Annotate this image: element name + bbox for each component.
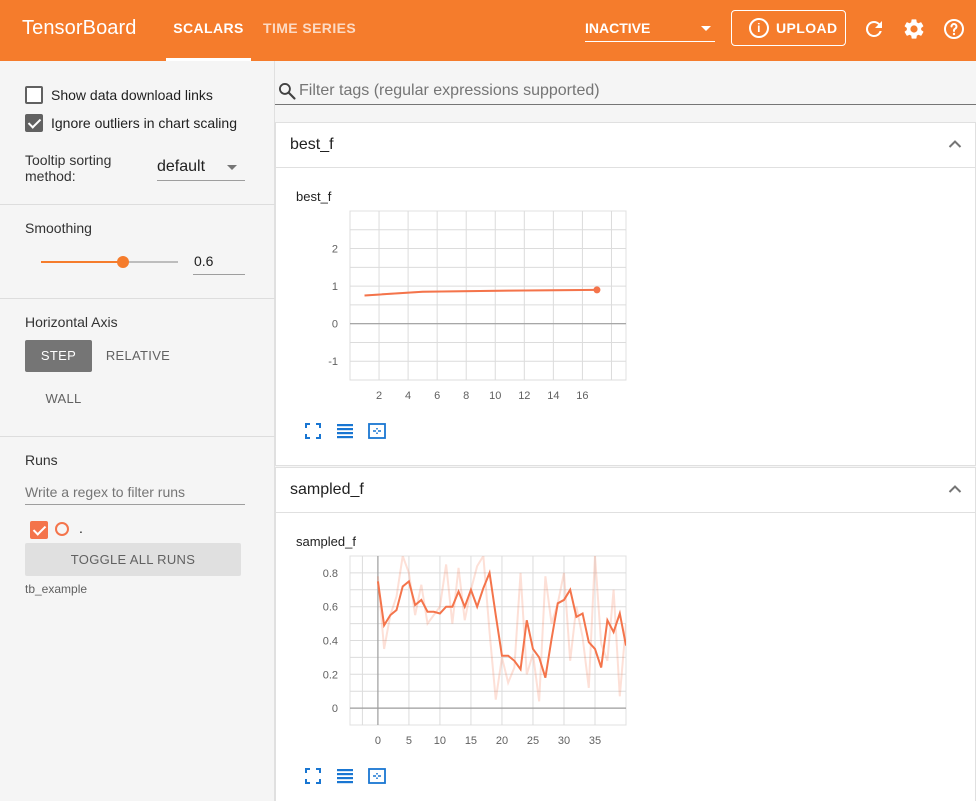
sidebar: Show data download links Ignore outliers… (0, 61, 275, 801)
x-tick-label: 8 (463, 390, 469, 402)
chevron-up-icon[interactable] (948, 484, 962, 494)
tag-card-header[interactable]: best_f (276, 123, 976, 168)
tag-card-title: sampled_f (290, 481, 364, 498)
tooltip-sorting-label: Tooltip sorting method: (25, 152, 112, 184)
y-tick-label: 2 (332, 244, 338, 256)
tag-filter-placeholder: Filter tags (regular expressions support… (299, 82, 600, 99)
tooltip-sorting-select[interactable]: default (157, 157, 245, 181)
log-dir-label: tb_example (25, 582, 88, 596)
ignore-outliers-label: Ignore outliers in chart scaling (51, 115, 237, 131)
y-tick-label: 0.4 (323, 636, 338, 648)
help-icon[interactable] (942, 17, 966, 41)
y-tick-label: 0.2 (323, 669, 338, 681)
y-tick-label: -1 (328, 356, 338, 368)
info-icon: i (749, 18, 769, 38)
fullscreen-icon[interactable] (304, 422, 322, 440)
fullscreen-icon[interactable] (304, 767, 322, 785)
tag-card-sampled-f: sampled_f sampled_f 0 5 10 15 20 25 30 35 0 0.2 0.… (275, 467, 976, 801)
plugin-select[interactable]: INACTIVE (585, 14, 715, 42)
search-icon (279, 83, 296, 100)
x-tick-label: 35 (589, 735, 601, 747)
x-tick-label: 10 (489, 390, 501, 402)
x-tick-label: 14 (547, 390, 559, 402)
caret-down-icon (701, 26, 711, 31)
axis-wall-button[interactable]: WALL (30, 383, 97, 415)
x-tick-label: 25 (527, 735, 539, 747)
scalar-chart-sampled-f[interactable]: 0 5 10 15 20 25 30 35 0 0.2 0.4 0.6 0.8 (276, 550, 636, 760)
run-color-indicator[interactable] (55, 522, 69, 536)
series-smoothed-line (364, 288, 597, 297)
chevron-up-icon[interactable] (948, 139, 962, 149)
chart-toolbar (304, 422, 394, 442)
tab-time-series[interactable]: TIME SERIES (263, 0, 356, 61)
tooltip-sorting-value: default (157, 158, 206, 175)
main-content: Filter tags (regular expressions support… (275, 61, 976, 801)
plugin-select-value: INACTIVE (585, 20, 651, 36)
run-checkbox[interactable] (30, 521, 48, 539)
series-end-point (593, 286, 601, 294)
run-name: . (79, 520, 83, 536)
x-tick-label: 30 (558, 735, 570, 747)
smoothing-input[interactable]: 0.6 (193, 251, 245, 275)
horizontal-axis-label: Horizontal Axis (25, 314, 118, 330)
fit-domain-icon[interactable] (368, 422, 386, 440)
x-tick-label: 15 (465, 735, 477, 747)
show-download-links-label: Show data download links (51, 87, 213, 103)
x-tick-label: 6 (434, 390, 440, 402)
scalar-chart-best-f[interactable]: 2 4 6 8 10 12 14 16-1012 (276, 205, 636, 415)
fit-domain-icon[interactable] (368, 767, 386, 785)
y-tick-label: 0.8 (323, 568, 338, 580)
log-scale-toggle-icon[interactable] (336, 767, 354, 785)
axis-relative-button[interactable]: RELATIVE (100, 340, 176, 372)
tab-scalars[interactable]: SCALARS (166, 0, 251, 61)
toggle-all-runs-button[interactable]: TOGGLE ALL RUNS (25, 543, 241, 576)
tag-card-best-f: best_f best_f 2 4 6 8 10 12 14 16 -1 0 1 2 (275, 122, 976, 466)
x-tick-label: 4 (405, 390, 411, 402)
chart-title: best_f (296, 189, 332, 204)
upload-button[interactable]: i UPLOAD (731, 10, 846, 46)
log-scale-toggle-icon[interactable] (336, 422, 354, 440)
refresh-icon[interactable] (862, 17, 886, 41)
caret-down-icon (227, 165, 237, 170)
app-brand[interactable]: TensorBoard (22, 17, 137, 40)
runs-filter-input[interactable]: Write a regex to filter runs (25, 483, 245, 505)
plot-area (349, 210, 627, 381)
smoothing-label: Smoothing (25, 220, 92, 236)
x-tick-label: 16 (576, 390, 588, 402)
tag-card-header[interactable]: sampled_f (276, 468, 976, 513)
x-tick-label: 5 (406, 735, 412, 747)
y-tick-label: 0 (332, 319, 338, 331)
axis-step-button[interactable]: STEP (25, 340, 92, 372)
smoothing-slider-fill (41, 261, 124, 263)
y-tick-label: 0.6 (323, 602, 338, 614)
x-tick-label: 20 (496, 735, 508, 747)
chart-title: sampled_f (296, 534, 356, 549)
x-tick-label: 12 (518, 390, 530, 402)
x-tick-label: 2 (376, 390, 382, 402)
tag-filter-input[interactable]: Filter tags (regular expressions support… (275, 77, 976, 105)
runs-label: Runs (25, 452, 58, 468)
tag-card-title: best_f (290, 136, 334, 153)
settings-gear-icon[interactable] (902, 17, 926, 41)
chart-toolbar (304, 767, 394, 787)
top-app-bar: TensorBoard SCALARS TIME SERIES INACTIVE… (0, 0, 976, 61)
y-tick-label: 0 (332, 703, 338, 715)
smoothing-slider[interactable] (41, 256, 178, 268)
checkbox-unchecked-icon[interactable] (25, 86, 43, 104)
x-tick-label: 10 (434, 735, 446, 747)
upload-button-label: UPLOAD (776, 20, 838, 36)
checkbox-checked-icon[interactable] (25, 114, 43, 132)
x-tick-label: 0 (375, 735, 381, 747)
y-tick-label: 1 (332, 281, 338, 293)
